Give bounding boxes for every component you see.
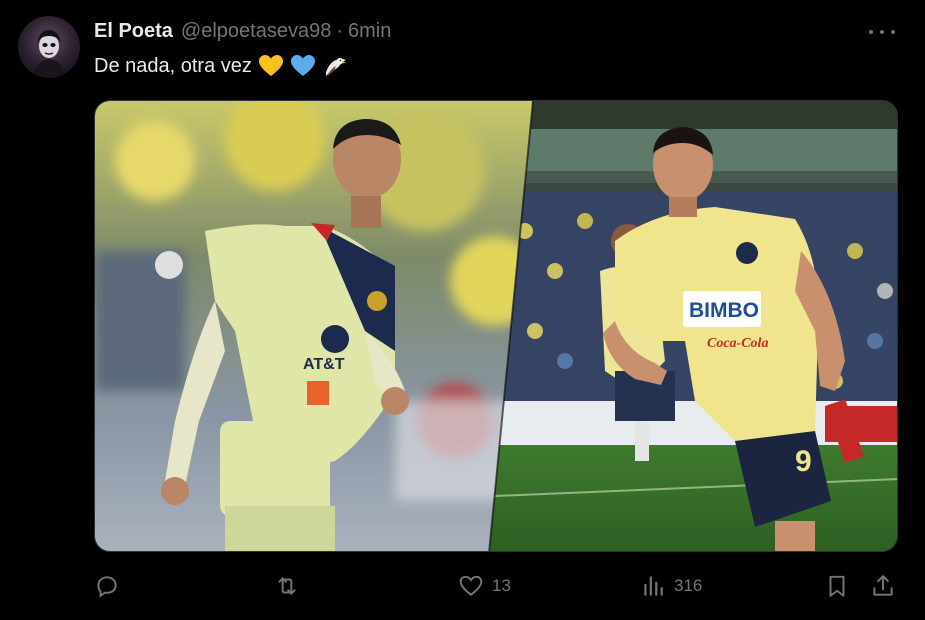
- svg-text:AT&T: AT&T: [303, 356, 345, 373]
- tweet-header: El Poeta @elpoetaseva98 · 6min: [94, 18, 391, 44]
- author-name[interactable]: El Poeta: [94, 18, 173, 44]
- tweet-actions: 13 316: [94, 566, 904, 606]
- author-handle[interactable]: @elpoetaseva98: [181, 18, 331, 44]
- views-chart-icon: [644, 576, 663, 596]
- more-options-icon[interactable]: [869, 22, 895, 42]
- tweet-media-image[interactable]: AT&T BIMBO Coca-Cola 9: [94, 100, 898, 552]
- reply-button[interactable]: [94, 566, 128, 606]
- like-count: 13: [492, 576, 511, 595]
- retweet-icon: [278, 577, 296, 595]
- football-players-photo: AT&T BIMBO Coca-Cola 9: [95, 101, 897, 551]
- views-button[interactable]: 316: [640, 566, 702, 606]
- bookmark-icon: [829, 575, 845, 597]
- separator-dot: ·: [336, 20, 344, 42]
- views-count: 316: [674, 576, 703, 595]
- bookmark-button[interactable]: [824, 566, 850, 606]
- svg-text:Coca-Cola: Coca-Cola: [707, 336, 768, 351]
- blue-heart-icon: [290, 55, 315, 76]
- heart-icon: [459, 575, 483, 596]
- retweet-button[interactable]: [274, 566, 308, 606]
- eagle-icon: [325, 57, 346, 76]
- tweet-text-content: De nada, otra vez: [94, 55, 252, 77]
- timestamp[interactable]: 6min: [348, 18, 391, 44]
- yellow-heart-icon: [258, 55, 283, 76]
- svg-text:BIMBO: BIMBO: [689, 299, 759, 322]
- share-button[interactable]: [870, 566, 896, 606]
- share-icon: [873, 575, 893, 596]
- tweet: El Poeta @elpoetaseva98 · 6min De nada, …: [0, 0, 925, 620]
- like-button[interactable]: 13: [458, 566, 511, 606]
- avatar[interactable]: [18, 16, 80, 78]
- svg-text:9: 9: [795, 445, 812, 478]
- tweet-text: De nada, otra vez: [94, 52, 348, 80]
- reply-icon: [97, 576, 117, 598]
